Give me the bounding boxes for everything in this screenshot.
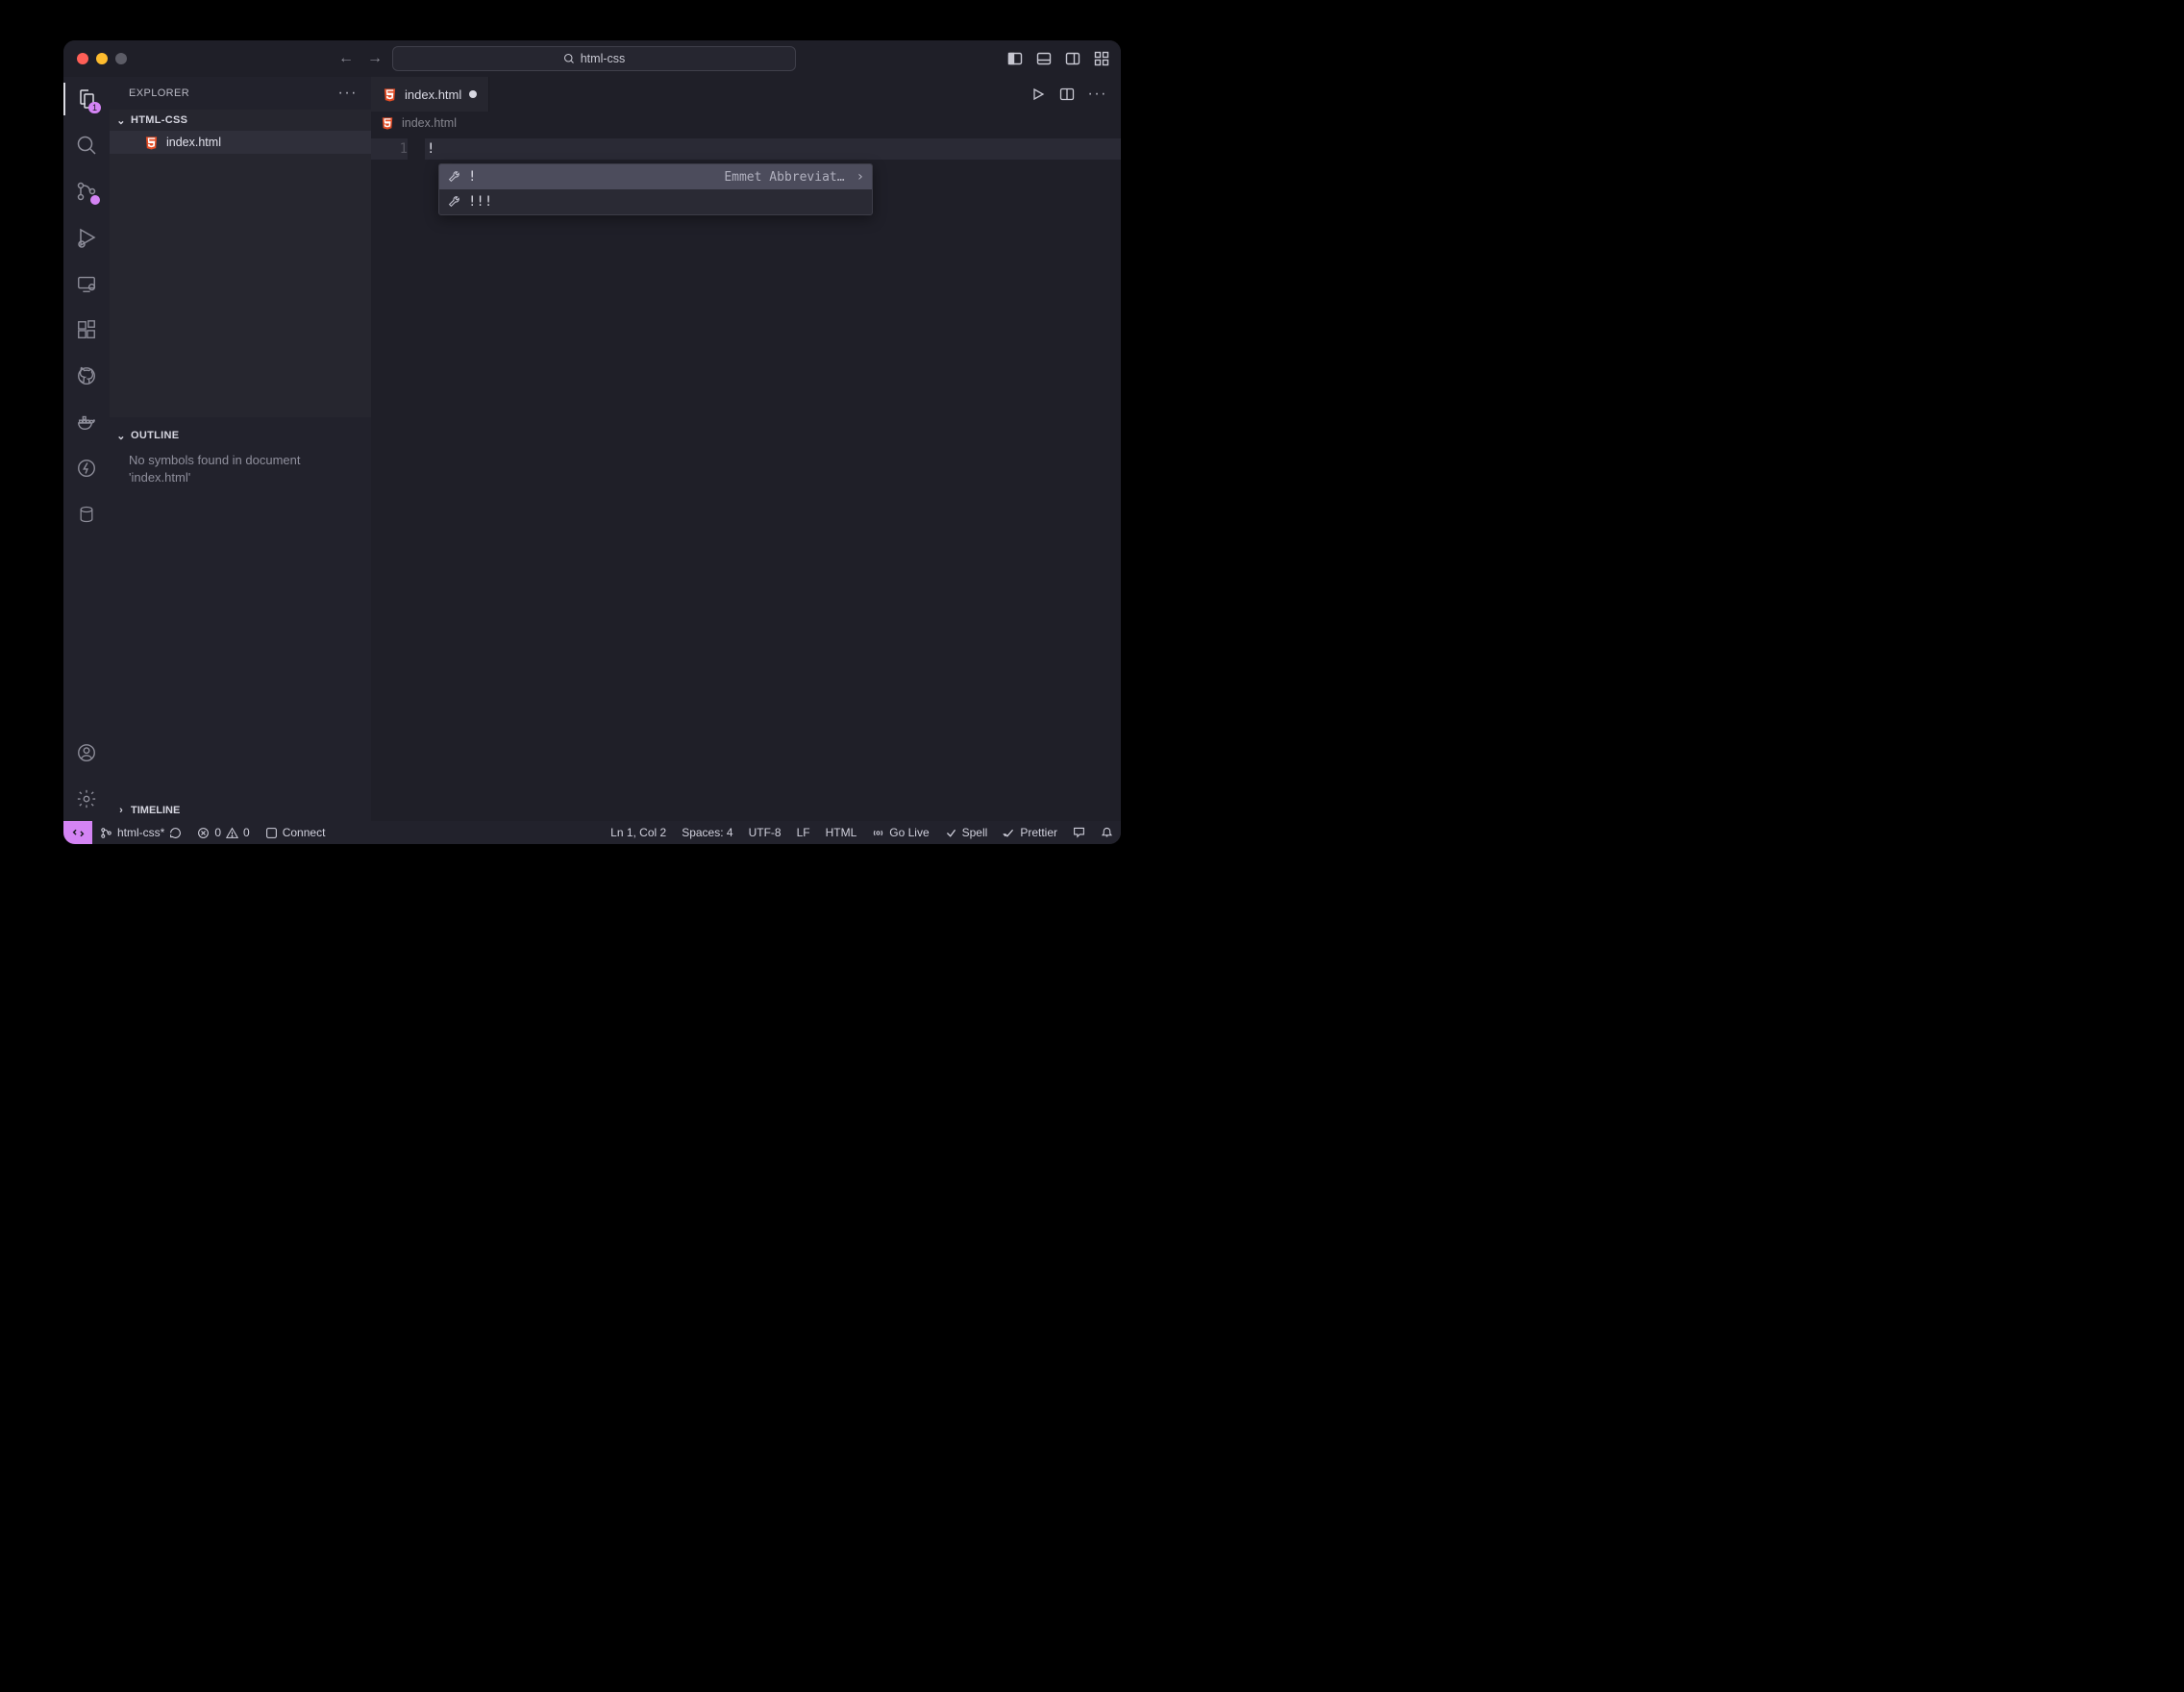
status-problems[interactable]: 0 0 <box>189 821 257 844</box>
chevron-down-icon: ⌄ <box>115 114 127 127</box>
errors-count: 0 <box>214 826 221 839</box>
outline-pane: ⌄ OUTLINE No symbols found in document '… <box>110 417 371 800</box>
folder-name: HTML-CSS <box>131 114 187 126</box>
tab-label: index.html <box>405 87 461 102</box>
status-bar: html-css* 0 0 Connect Ln 1, Col 2 Spaces… <box>63 821 1121 844</box>
breadcrumb[interactable]: index.html <box>371 112 1121 135</box>
file-name: index.html <box>166 136 221 149</box>
explorer-header: EXPLORER ··· <box>110 77 371 110</box>
chevron-right-icon: › <box>853 169 864 185</box>
status-go-live[interactable]: Go Live <box>864 826 936 839</box>
nav-forward-button[interactable]: → <box>367 50 383 67</box>
chevron-right-icon: › <box>115 805 127 816</box>
activity-explorer-icon[interactable]: 1 <box>74 87 99 112</box>
toggle-primary-sidebar-icon[interactable] <box>1007 51 1023 66</box>
customize-layout-icon[interactable] <box>1094 51 1109 66</box>
search-icon <box>563 53 575 64</box>
activity-github-icon[interactable] <box>74 363 99 388</box>
explorer-sidebar: EXPLORER ··· ⌄ HTML-CSS index.html ⌄ <box>110 77 371 821</box>
activity-bar: 1 <box>63 77 110 821</box>
html5-file-icon <box>383 87 397 102</box>
titlebar-layout-controls <box>1007 51 1121 66</box>
tab-index-html[interactable]: index.html <box>371 77 489 112</box>
toggle-secondary-sidebar-icon[interactable] <box>1065 51 1080 66</box>
minimize-window-button[interactable] <box>96 53 108 64</box>
warnings-count: 0 <box>243 826 250 839</box>
status-encoding[interactable]: UTF-8 <box>741 826 789 839</box>
editor-group: index.html ··· index.html <box>371 77 1121 821</box>
editor-actions: ··· <box>1030 77 1121 112</box>
explorer-badge: 1 <box>88 102 101 113</box>
branch-name: html-css* <box>117 826 164 839</box>
status-language[interactable]: HTML <box>818 826 865 839</box>
code-content[interactable]: ! <box>425 135 1121 821</box>
chevron-down-icon: ⌄ <box>115 430 127 442</box>
line-number: 1 <box>371 138 408 160</box>
html5-file-icon <box>144 136 159 150</box>
explorer-more-button[interactable]: ··· <box>338 85 358 102</box>
suggest-hint: Emmet Abbreviat… <box>724 170 844 185</box>
status-eol[interactable]: LF <box>789 826 818 839</box>
wrench-icon <box>447 195 460 209</box>
maximize-window-button[interactable] <box>115 53 127 64</box>
gutter: 1 <box>371 135 425 821</box>
activity-search-icon[interactable] <box>74 133 99 158</box>
timeline-section-header[interactable]: › TIMELINE <box>110 800 371 821</box>
tab-modified-icon <box>469 90 477 98</box>
suggest-label: ! <box>468 169 476 185</box>
activity-extensions-icon[interactable] <box>74 317 99 342</box>
split-editor-icon[interactable] <box>1059 87 1075 102</box>
connect-label: Connect <box>283 826 326 839</box>
close-window-button[interactable] <box>77 53 88 64</box>
status-indent[interactable]: Spaces: 4 <box>674 826 740 839</box>
timeline-label: TIMELINE <box>131 805 180 816</box>
status-prettier[interactable]: Prettier <box>995 826 1065 839</box>
run-button-icon[interactable] <box>1030 87 1046 102</box>
outline-section-header[interactable]: ⌄ OUTLINE <box>110 425 371 446</box>
vscode-window: ← → html-css <box>63 40 1121 844</box>
status-connect[interactable]: Connect <box>258 821 334 844</box>
command-center-label: html-css <box>581 52 626 65</box>
nav-back-button[interactable]: ← <box>338 50 354 67</box>
suggest-widget: ! Emmet Abbreviat… › !!! <box>438 163 873 215</box>
window-controls <box>63 53 127 64</box>
outline-label: OUTLINE <box>131 430 179 441</box>
activity-source-control-icon[interactable] <box>74 179 99 204</box>
status-spell[interactable]: Spell <box>937 826 996 839</box>
html5-file-icon <box>381 116 394 130</box>
activity-database-icon[interactable] <box>74 502 99 527</box>
folder-section-header[interactable]: ⌄ HTML-CSS <box>110 110 371 131</box>
workbench-body: 1 <box>63 77 1121 821</box>
outline-empty-message: No symbols found in document 'index.html… <box>110 446 371 492</box>
status-cursor[interactable]: Ln 1, Col 2 <box>603 826 674 839</box>
code-line-1: ! <box>425 138 1121 160</box>
activity-settings-icon[interactable] <box>74 786 99 811</box>
status-bell-icon[interactable] <box>1093 826 1121 838</box>
title-bar: ← → html-css <box>63 40 1121 77</box>
suggest-label: !!! <box>468 194 492 210</box>
toggle-panel-icon[interactable] <box>1036 51 1052 66</box>
suggest-item-1[interactable]: ! Emmet Abbreviat… › <box>439 164 872 189</box>
breadcrumb-label: index.html <box>402 116 457 130</box>
status-feedback-icon[interactable] <box>1065 826 1093 838</box>
activity-docker-icon[interactable] <box>74 410 99 435</box>
activity-accounts-icon[interactable] <box>74 740 99 765</box>
editor-more-button[interactable]: ··· <box>1088 86 1107 103</box>
command-center-search[interactable]: html-css <box>392 46 796 71</box>
nav-arrows: ← → <box>338 50 383 67</box>
scm-badge <box>90 195 100 205</box>
explorer-title: EXPLORER <box>129 87 189 99</box>
wrench-icon <box>447 170 460 184</box>
status-branch[interactable]: html-css* <box>92 821 189 844</box>
activity-remote-explorer-icon[interactable] <box>74 271 99 296</box>
explorer-folder-pane: ⌄ HTML-CSS index.html <box>110 110 371 417</box>
remote-indicator[interactable] <box>63 821 92 844</box>
activity-run-debug-icon[interactable] <box>74 225 99 250</box>
file-row-index-html[interactable]: index.html <box>110 131 371 154</box>
editor-tabs: index.html ··· <box>371 77 1121 112</box>
activity-thunder-icon[interactable] <box>74 456 99 481</box>
suggest-item-2[interactable]: !!! <box>439 189 872 214</box>
code-editor[interactable]: 1 ! ! Emmet Abbreviat… › <box>371 135 1121 821</box>
